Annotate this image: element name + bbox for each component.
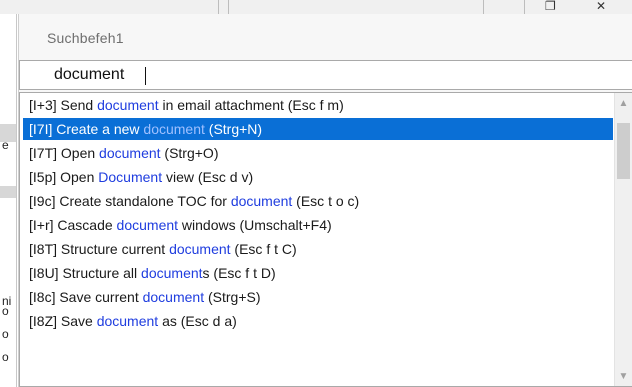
command-label-text: windows (Umschalt+F4) (178, 217, 332, 233)
toolbar-separator (218, 0, 219, 14)
command-label-text: in email attachment (Esc f m) (158, 97, 344, 113)
command-label-text: [I7I] Create a new (29, 121, 144, 137)
background-divider (16, 14, 17, 387)
command-result-item[interactable]: [I8U] Structure all documents (Esc f t D… (23, 262, 613, 284)
background-panel-shade (0, 186, 16, 198)
toolbar-separator (228, 0, 229, 14)
background-text-fragment: o (2, 304, 9, 318)
background-toolbar: ❐ ✕ (0, 0, 632, 15)
command-result-item[interactable]: [I+r] Cascade document windows (Umschalt… (23, 214, 613, 236)
close-window-icon[interactable]: ✕ (596, 0, 606, 12)
command-label-text: (Strg+O) (160, 145, 219, 161)
command-label-text: (Esc f t C) (230, 241, 297, 257)
text-caret (145, 67, 146, 85)
scroll-down-arrow-icon[interactable]: ▼ (615, 368, 632, 386)
command-label-text: view (Esc d v) (162, 169, 254, 185)
command-result-item[interactable]: [I8Z] Save document as (Esc d a) (23, 310, 613, 332)
command-label-text: s (Esc f t D) (202, 265, 276, 281)
match-highlight: document (143, 121, 205, 137)
match-highlight: document (97, 97, 159, 113)
command-result-item[interactable]: [I8T] Structure current document (Esc f … (23, 238, 613, 260)
command-search-input[interactable] (20, 61, 632, 89)
command-result-item[interactable]: [I9c] Create standalone TOC for document… (23, 190, 613, 212)
command-label-text: [I9c] Create standalone TOC for (29, 193, 231, 209)
command-label-text: [I8T] Structure current (29, 241, 170, 257)
command-label-text: (Strg+N) (204, 121, 263, 137)
command-label-text: [I+3] Send (29, 97, 98, 113)
command-label-text: as (Esc d a) (158, 313, 237, 329)
match-highlight: Document (98, 169, 163, 185)
command-results-list[interactable]: [I+3] Send document in email attachment … (19, 92, 632, 387)
command-search-popup: Suchbefeh1 [I+3] Send document in email … (18, 14, 632, 387)
command-label-text: [I8c] Save current (29, 289, 143, 305)
command-label-text: [I5p] Open (29, 169, 99, 185)
command-label-text: (Esc t o c) (292, 193, 360, 209)
match-highlight: document (230, 193, 293, 209)
command-result-item[interactable]: [I7I] Create a new document (Strg+N) (23, 118, 613, 140)
background-text-fragment: e (2, 138, 9, 152)
background-text-fragment: o (2, 350, 9, 364)
command-label-text: [I+r] Cascade (29, 217, 117, 233)
match-highlight: document (116, 217, 179, 233)
command-result-item[interactable]: [I7T] Open document (Strg+O) (23, 142, 613, 164)
toolbar-separator (524, 0, 525, 14)
match-highlight: document (141, 265, 203, 281)
results-scrollbar[interactable]: ▲ ▼ (614, 93, 632, 386)
command-search-box[interactable] (19, 60, 632, 90)
match-highlight: document (142, 289, 205, 305)
command-result-item[interactable]: [I5p] Open Document view (Esc d v) (23, 166, 613, 188)
command-result-item[interactable]: [I8c] Save current document (Strg+S) (23, 286, 613, 308)
popup-title: Suchbefeh1 (47, 30, 124, 46)
scroll-up-arrow-icon[interactable]: ▲ (615, 95, 632, 113)
restore-window-icon[interactable]: ❐ (545, 0, 556, 12)
command-label-text: [I8U] Structure all (29, 265, 142, 281)
toolbar-separator (483, 0, 484, 14)
command-label-text: [I8Z] Save (29, 313, 97, 329)
background-document-edge: e ni o o o (0, 14, 18, 387)
command-result-item[interactable]: [I+3] Send document in email attachment … (23, 94, 613, 116)
background-text-fragment: o (2, 327, 9, 341)
match-highlight: document (169, 241, 231, 257)
command-label-text: [I7T] Open (29, 145, 100, 161)
match-highlight: document (96, 313, 159, 329)
scrollbar-thumb[interactable] (617, 123, 630, 179)
command-label-text: (Strg+S) (204, 289, 261, 305)
match-highlight: document (99, 145, 161, 161)
